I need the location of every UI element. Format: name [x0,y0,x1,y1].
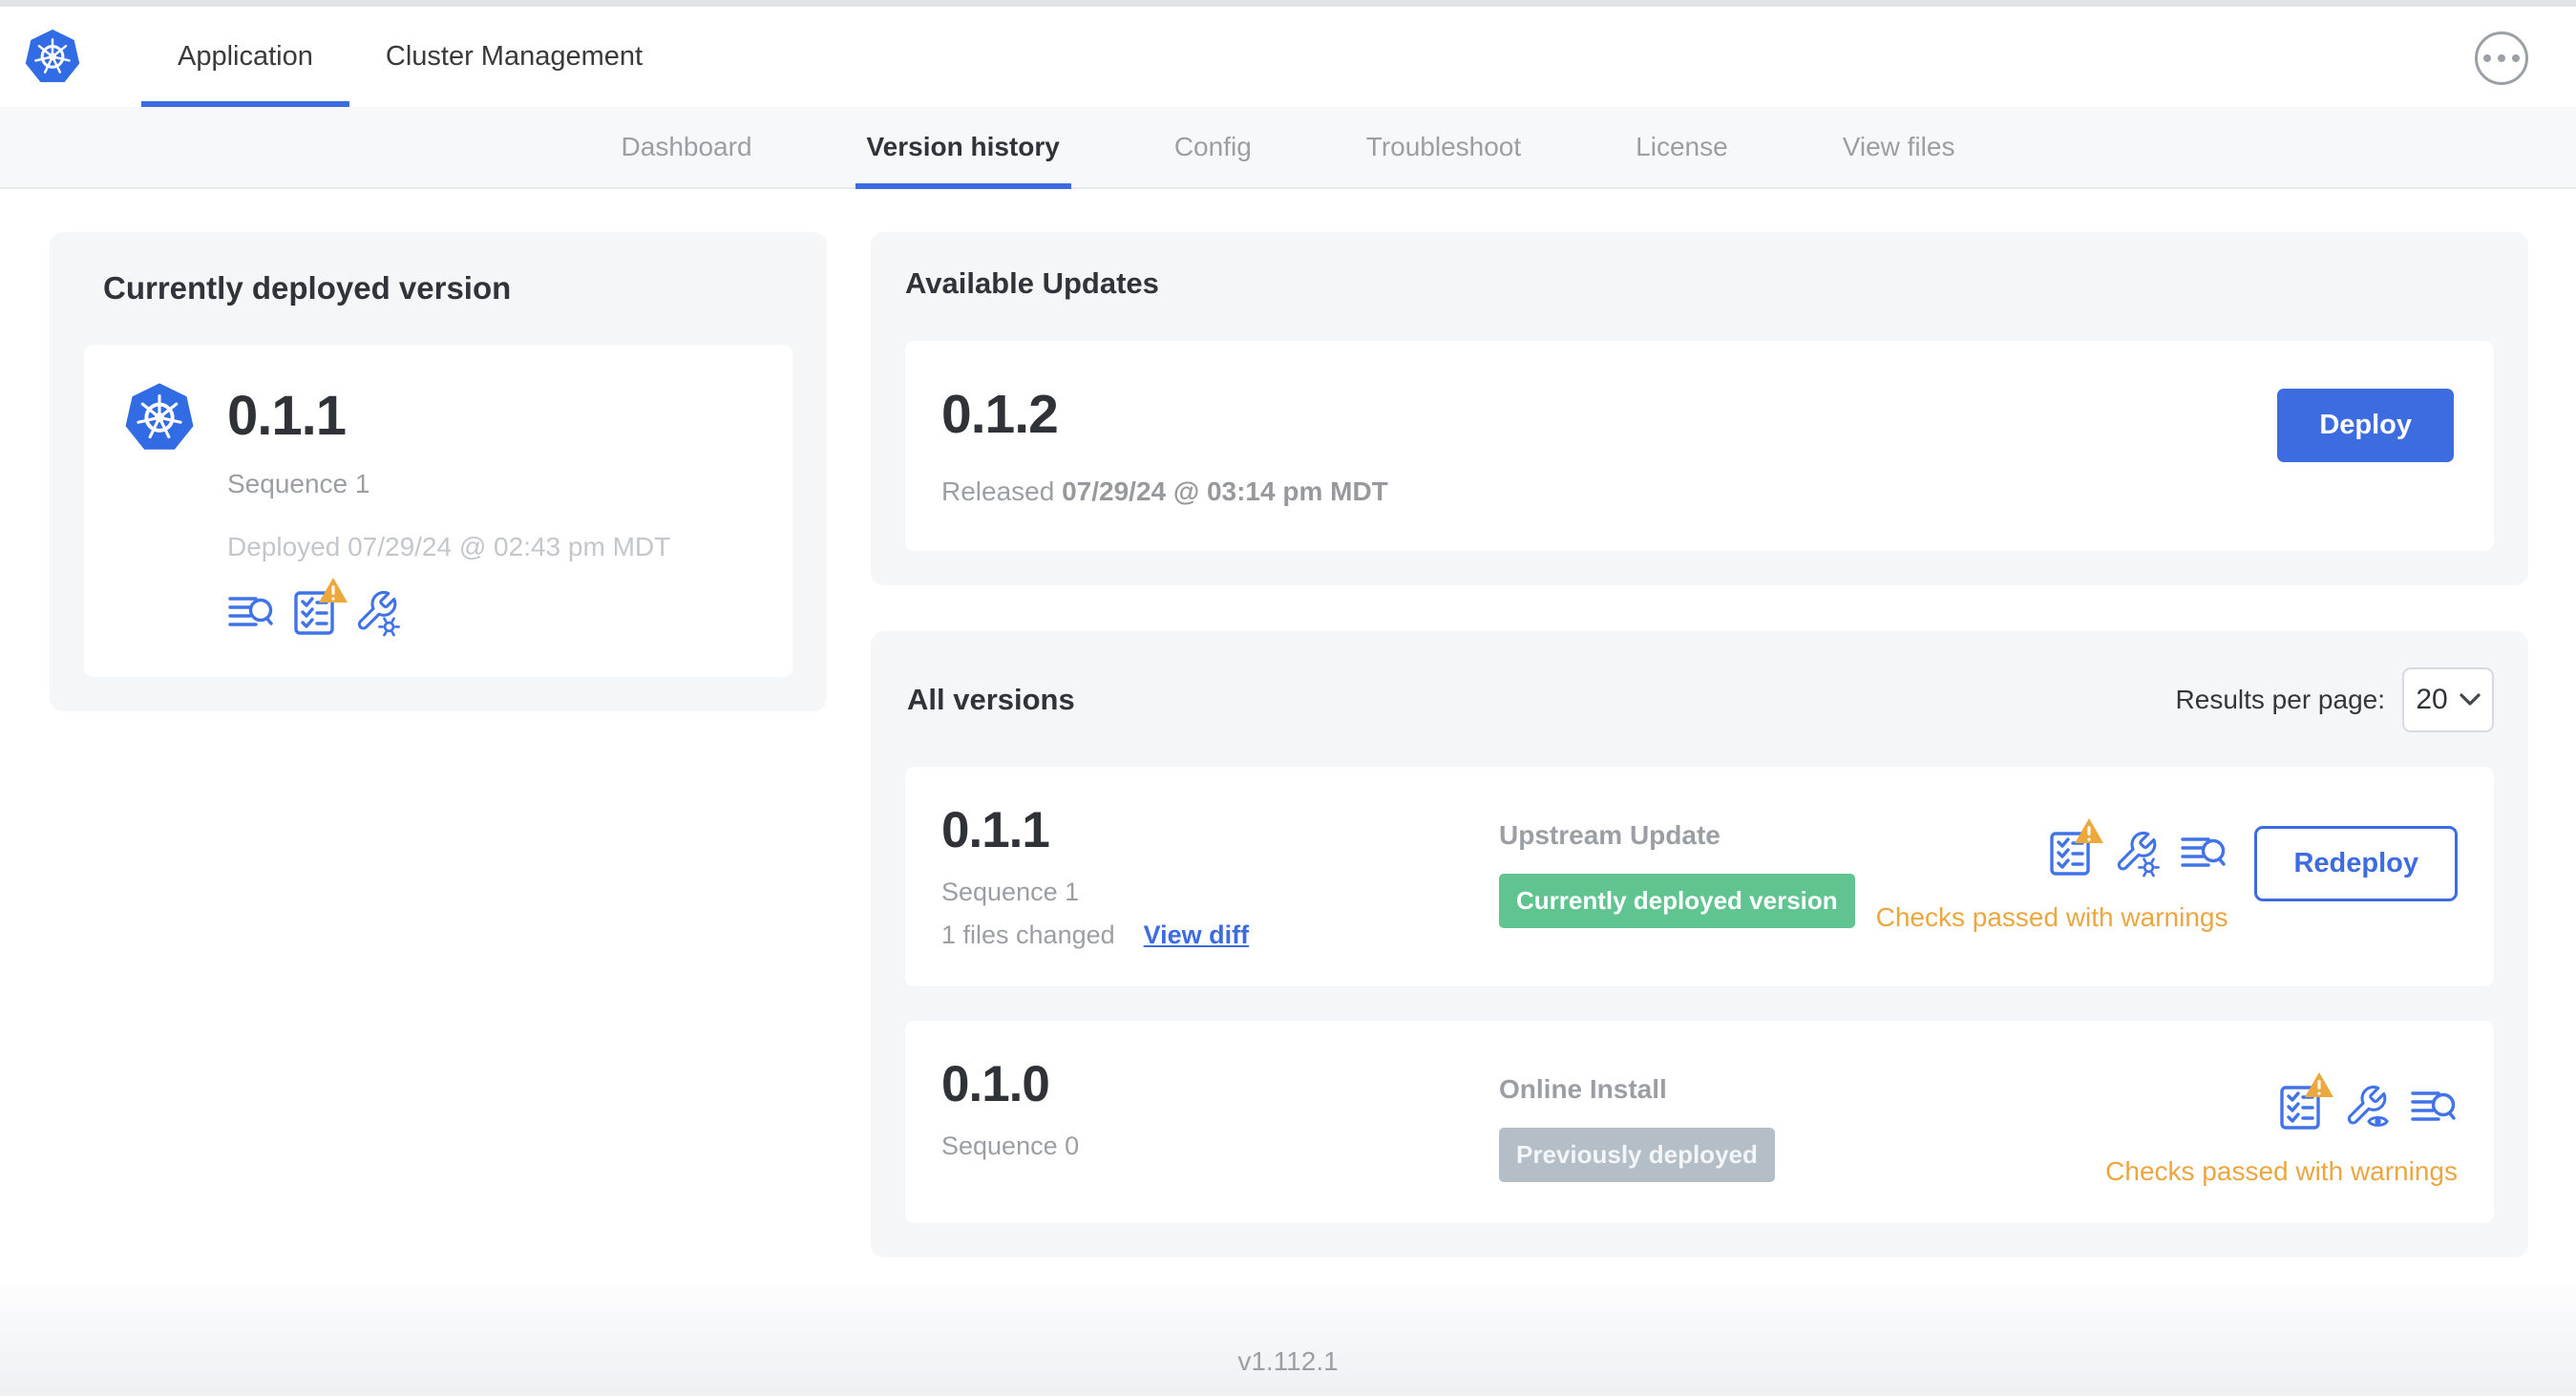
logs-icon[interactable] [2410,1084,2458,1132]
logs-icon[interactable] [227,589,275,637]
redeploy-button[interactable]: Redeploy [2254,826,2458,901]
update-released-date: Released 07/29/24 @ 03:14 pm MDT [941,476,1388,506]
tab-dashboard[interactable]: Dashboard [595,107,779,187]
page-footer: v1.112.1 [0,1283,2576,1396]
deploy-button[interactable]: Deploy [2277,389,2454,462]
update-version-number: 0.1.2 [941,384,1059,445]
results-per-page-label: Results per page: [2175,685,2385,714]
tab-application-label: Application [178,41,313,72]
panel-available-updates: Available Updates 0.1.2 Released 07/29/2… [871,232,2528,585]
checks-status-text: Checks passed with warnings [2105,1156,2458,1186]
results-per-page: Results per page: 20 [2176,667,2494,732]
row-action-icons [2276,1072,2458,1132]
row-version-number: 0.1.0 [941,1056,1050,1112]
current-version-sequence: Sequence 1 [227,469,370,498]
warning-triangle-icon [2305,1072,2333,1097]
status-badge: Previously deployed [1499,1128,1775,1182]
row-sequence: Sequence 1 [941,878,1080,906]
preflight-checks-warning-icon[interactable] [290,578,348,637]
panel-currently-deployed: Currently deployed version 0.1.1 Sequenc… [50,232,827,711]
logs-icon[interactable] [2180,830,2228,878]
status-badge: Currently deployed version [1499,874,1855,928]
kubernetes-logo-icon [123,381,196,452]
all-versions-title: All versions [907,683,1075,716]
results-per-page-select[interactable]: 20 [2402,667,2494,732]
row-sequence: Sequence 0 [941,1132,1080,1160]
available-updates-title: Available Updates [905,266,1159,300]
current-version-number: 0.1.1 [227,385,347,447]
preflight-checks-warning-icon[interactable] [2046,818,2104,878]
warning-triangle-icon [319,578,348,603]
current-version-card: 0.1.1 Sequence 1 Deployed 07/29/24 @ 02:… [84,345,792,677]
available-update-card: 0.1.2 Released 07/29/24 @ 03:14 pm MDT D… [905,341,2494,551]
tab-cluster-management[interactable]: Cluster Management [349,7,679,107]
version-source: Online Install [1499,1074,1667,1104]
preflight-checks-warning-icon[interactable] [2276,1072,2333,1132]
currently-deployed-title: Currently deployed version [103,270,512,306]
row-action-icons [2046,818,2228,878]
row-version-number: 0.1.1 [941,802,1050,858]
files-changed: 1 files changed [941,920,1115,949]
version-source: Upstream Update [1499,820,1721,850]
tab-view-files[interactable]: View files [1816,107,1982,187]
edit-config-icon[interactable] [2113,830,2161,878]
tab-license[interactable]: License [1609,107,1755,187]
chevron-down-icon [2460,693,2481,706]
checks-status-text: Checks passed with warnings [1875,902,2228,932]
kubernetes-logo-icon [23,7,84,107]
console-version: v1.112.1 [1237,1346,1339,1376]
tab-config[interactable]: Config [1148,107,1278,187]
ellipsis-icon [2483,54,2491,62]
tab-troubleshoot[interactable]: Troubleshoot [1340,107,1548,187]
tab-application[interactable]: Application [141,7,349,107]
warning-triangle-icon [2075,818,2104,843]
current-version-actions [227,578,670,637]
edit-config-icon[interactable] [353,589,401,637]
more-menu-button[interactable] [2475,32,2528,85]
main-content: Currently deployed version 0.1.1 Sequenc… [0,189,2576,1258]
view-diff-link[interactable]: View diff [1144,920,1250,950]
tab-cluster-management-label: Cluster Management [385,41,644,72]
current-version-deployed-date: Deployed 07/29/24 @ 02:43 pm MDT [227,532,671,561]
tab-version-history[interactable]: Version history [840,107,1087,189]
view-config-icon[interactable] [2343,1084,2391,1132]
top-strip [0,0,2576,7]
panel-all-versions: All versions Results per page: 20 0.1.1 … [871,631,2528,1258]
version-row: 0.1.1 Sequence 1 1 files changed View di… [905,767,2494,986]
version-row: 0.1.0 Sequence 0 Online Install Previous… [905,1021,2494,1223]
primary-nav: Application Cluster Management [141,7,679,107]
app-header: Application Cluster Management [0,7,2576,107]
subnav: Dashboard Version history Config Trouble… [0,107,2576,189]
